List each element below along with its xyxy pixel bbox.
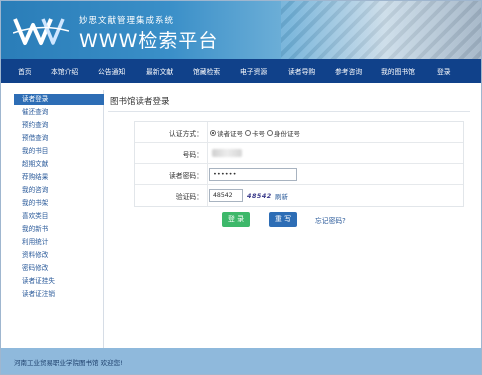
captcha-row: 验证码： 48542 48542 刷新 [135, 185, 463, 206]
auth-method-row: 认证方式： 读者证号 卡号 身份证号 [135, 122, 463, 143]
sidebar-item-my-bookshelf[interactable]: 我的书架 [14, 198, 104, 209]
nav-e-resources[interactable]: 电子资源 [240, 66, 267, 76]
sidebar-item-report-lost-card[interactable]: 读者证挂失 [14, 276, 104, 287]
radio-icon [245, 130, 251, 136]
nav-notices[interactable]: 公告通知 [98, 66, 125, 76]
captcha-label: 验证码： [175, 193, 203, 201]
auth-option-card-number[interactable]: 卡号 [245, 128, 265, 138]
row-divider [207, 164, 208, 185]
refresh-captcha-link[interactable]: 刷新 [275, 191, 288, 201]
platform-title: WWW检索平台 [79, 30, 219, 52]
sidebar-item-recall[interactable]: 催还查询 [14, 107, 104, 118]
nav-reader-guide[interactable]: 读者导购 [288, 66, 315, 76]
password-input[interactable]: •••••• [209, 168, 297, 181]
account-input[interactable] [209, 147, 297, 160]
sidebar-item-my-inquiries[interactable]: 我的咨询 [14, 185, 104, 196]
row-divider [207, 185, 208, 206]
header-banner: 妙思文献管理集成系统 WWW检索平台 [1, 1, 481, 59]
sidebar-item-my-new-books[interactable]: 我的新书 [14, 224, 104, 235]
nav-home[interactable]: 首页 [18, 66, 32, 76]
account-label: 号码： [182, 151, 203, 159]
login-form: 认证方式： 读者证号 卡号 身份证号 号码： 读者密码： •••••• 验证码：… [134, 121, 464, 207]
auth-option-label: 身份证号 [274, 130, 300, 138]
nav-new-docs[interactable]: 最新文献 [146, 66, 173, 76]
sidebar-item-usage-stats[interactable]: 利用统计 [14, 237, 104, 248]
auth-option-id-number[interactable]: 身份证号 [267, 128, 300, 138]
auth-option-reader-card[interactable]: 读者证号 [210, 128, 243, 138]
auth-method-radio-group: 读者证号 卡号 身份证号 [210, 128, 302, 138]
sidebar-item-edit-profile[interactable]: 资料修改 [14, 250, 104, 261]
sidebar-item-reader-login[interactable]: 读者登录 [14, 94, 104, 105]
forgot-password-link[interactable]: 忘记密码? [315, 215, 346, 225]
sidebar-item-recommend-results[interactable]: 荐购结果 [14, 172, 104, 183]
sidebar-item-cancel-card[interactable]: 读者证注销 [14, 289, 104, 300]
sidebar-item-reservation[interactable]: 预约查询 [14, 120, 104, 131]
password-label: 读者密码： [169, 172, 203, 180]
nav-about[interactable]: 本馆介绍 [51, 66, 78, 76]
nav-reference[interactable]: 参考咨询 [335, 66, 362, 76]
auth-method-label: 认证方式： [169, 130, 203, 138]
auth-option-label: 读者证号 [217, 130, 243, 138]
auth-option-label: 卡号 [252, 130, 265, 138]
footer-text: 河南工业贸易职业学院图书馆 欢迎您! [14, 359, 123, 367]
redacted-value [212, 149, 242, 157]
title-divider [108, 111, 470, 112]
sidebar-item-favorite-categories[interactable]: 喜欢类目 [14, 211, 104, 222]
nav-login[interactable]: 登录 [437, 66, 451, 76]
sidebar-item-change-password[interactable]: 密码修改 [14, 263, 104, 274]
captcha-image: 48542 [247, 192, 272, 200]
login-button[interactable]: 登 录 [222, 212, 250, 227]
sidebar-menu: 读者登录 催还查询 预约查询 预借查询 我的书目 超期文献 荐购结果 我的咨询 … [14, 90, 104, 348]
system-name: 妙思文献管理集成系统 [79, 16, 175, 26]
password-row: 读者密码： •••••• [135, 164, 463, 185]
radio-selected-icon [210, 130, 216, 136]
nav-my-library[interactable]: 我的图书馆 [381, 66, 415, 76]
captcha-input[interactable]: 48542 [209, 189, 243, 202]
row-divider [207, 143, 208, 164]
banner-decoration [281, 1, 481, 59]
sidebar-item-my-bibliography[interactable]: 我的书目 [14, 146, 104, 157]
sidebar-item-pre-borrow[interactable]: 预借查询 [14, 133, 104, 144]
account-row: 号码： [135, 143, 463, 164]
reset-button[interactable]: 重 写 [269, 212, 297, 227]
library-logo-icon [13, 18, 69, 45]
top-nav: 首页 本馆介绍 公告通知 最新文献 馆藏检索 电子资源 读者导购 参考咨询 我的… [1, 59, 481, 83]
nav-catalog-search[interactable]: 馆藏检索 [193, 66, 220, 76]
row-divider [207, 122, 208, 143]
page-title: 图书馆读者登录 [110, 97, 170, 107]
sidebar-item-overdue[interactable]: 超期文献 [14, 159, 104, 170]
radio-icon [267, 130, 273, 136]
